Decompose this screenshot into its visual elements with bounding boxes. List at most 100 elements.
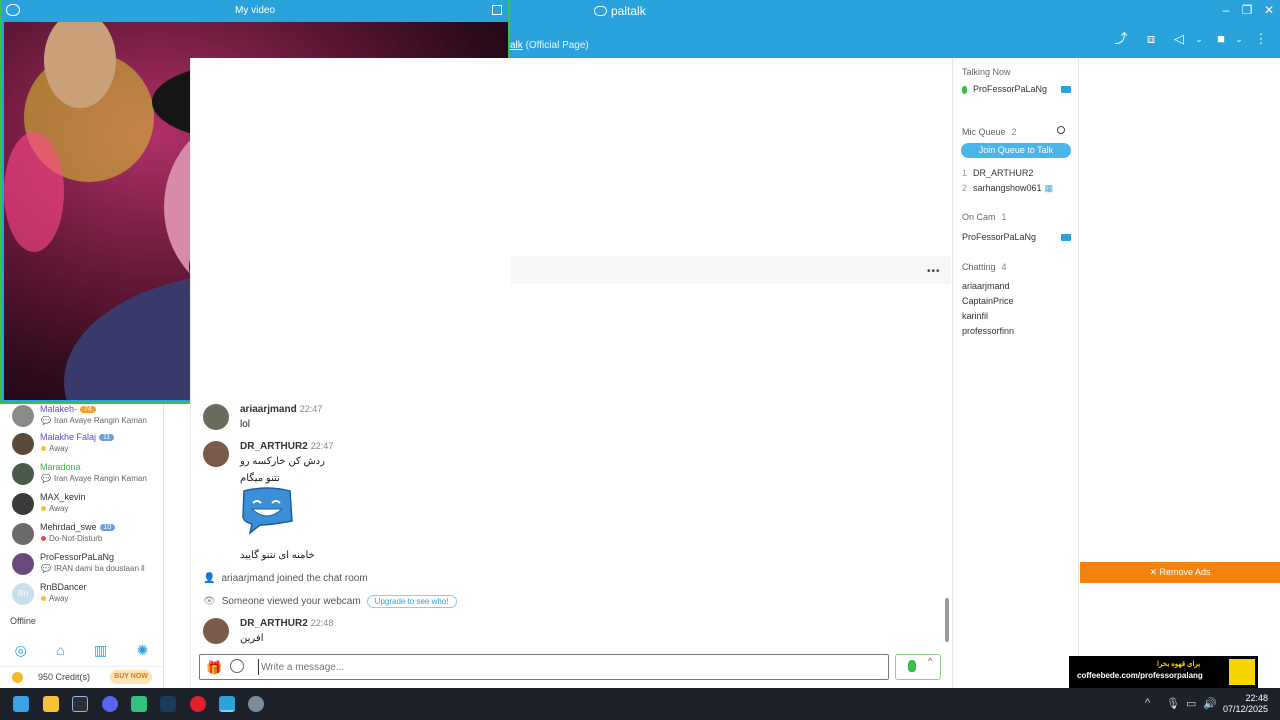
emoji-picker-icon[interactable] xyxy=(230,659,244,673)
clock-time: 22:48 xyxy=(1245,693,1268,703)
gift-icon[interactable]: 🎁 xyxy=(206,660,222,676)
upgrade-button[interactable]: Upgrade to see who! xyxy=(366,595,457,608)
avatar-initials: Rn xyxy=(12,583,34,605)
system-clock[interactable]: 22:48 07/12/2025 xyxy=(1220,693,1268,715)
buy-now-button[interactable]: BUY NOW xyxy=(110,670,152,684)
microphone-icon xyxy=(908,660,916,672)
steam-icon-2[interactable] xyxy=(160,696,176,712)
laughing-emoji-icon xyxy=(242,487,293,535)
megaphone-icon[interactable]: ◁ xyxy=(1168,30,1190,48)
ad-headline: برای قهوه بخرا xyxy=(1157,661,1201,668)
sidebar-nav: ◎ ⌂ ▥ ✺ xyxy=(0,636,163,664)
tray-mic-icon[interactable]: 🎙 xyxy=(1166,697,1180,710)
avatar xyxy=(203,404,229,430)
message-time: 22:47 xyxy=(299,404,323,414)
offline-section-label[interactable]: Offline xyxy=(10,616,36,626)
message-author: ariaarjmand 22:47 xyxy=(240,404,323,415)
chat-scrollbar[interactable] xyxy=(945,598,949,642)
gift-icon[interactable]: ⧈ xyxy=(1140,30,1162,48)
room-title: alk (Official Page) xyxy=(510,40,589,51)
credits-amount: 950 Credit(s) xyxy=(38,672,91,682)
chatting-user[interactable]: karinfil xyxy=(962,311,988,321)
room-users-panel: Talking Now ProFessorPaLaNg Mic Queue 2 J… xyxy=(952,58,1079,688)
settings-icon[interactable]: ✺ xyxy=(137,642,149,659)
opera-icon[interactable] xyxy=(190,696,206,712)
popout-icon[interactable] xyxy=(492,5,502,15)
coffee-cup-icon xyxy=(1229,659,1255,685)
queue-item[interactable]: 2 sarhangshow061 ▦ xyxy=(962,183,1053,194)
room-suffix: (Official Page) xyxy=(522,40,589,51)
app-icon[interactable] xyxy=(131,696,147,712)
message-time: 22:48 xyxy=(310,618,334,628)
avatar xyxy=(12,553,34,575)
level-badge: 10 xyxy=(99,524,116,532)
more-menu-icon[interactable]: ⋮ xyxy=(1250,30,1272,48)
away-dot-icon xyxy=(41,506,46,511)
chevron-up-icon[interactable]: ^ xyxy=(928,656,932,666)
lamp-glow xyxy=(4,132,64,252)
on-cam-user[interactable]: ProFessorPaLaNg xyxy=(962,232,1036,242)
avatar xyxy=(12,493,34,515)
network-icon[interactable]: ▭ xyxy=(1186,697,1196,710)
paltalk-taskbar-icon[interactable] xyxy=(219,696,235,712)
ad-banner[interactable]: برای قهوه بخرا coffeebede.com/professorp… xyxy=(1069,656,1258,688)
contact-name: MAX_kevin xyxy=(40,492,86,502)
discord-icon[interactable] xyxy=(102,696,118,712)
steam-icon[interactable] xyxy=(72,696,88,712)
contact-status: 💬 Iran Avaye Rangin Kaman xyxy=(41,474,147,483)
on-cam-header: On Cam 1 xyxy=(962,212,1007,222)
share-icon[interactable]: ⤴ xyxy=(1110,30,1132,48)
minimize-button[interactable]: – xyxy=(1216,3,1236,17)
away-dot-icon xyxy=(41,446,46,451)
more-options-icon[interactable]: ••• xyxy=(927,266,941,277)
windows-start-icon[interactable] xyxy=(13,696,29,712)
join-queue-button[interactable]: Join Queue to Talk xyxy=(961,143,1071,158)
compass-icon[interactable]: ◎ xyxy=(15,642,27,659)
user-icon: 👤 xyxy=(203,573,216,584)
message-input[interactable] xyxy=(258,659,878,675)
talking-now-user[interactable]: ProFessorPaLaNg xyxy=(962,84,1047,94)
close-button[interactable]: ✕ xyxy=(1259,3,1279,17)
chatting-header: Chatting 4 xyxy=(962,262,1007,272)
contact-status: Away xyxy=(41,504,68,513)
message-author: DR_ARTHUR2 22:47 xyxy=(240,441,334,452)
chatting-user[interactable]: CaptainPrice xyxy=(962,296,1014,306)
contact-row[interactable]: Maradona 💬 Iran Avaye Rangin Kaman xyxy=(0,460,163,490)
chat-bubble-icon: 💬 xyxy=(41,416,51,425)
microphone-icon xyxy=(962,85,967,94)
chevron-down-icon[interactable]: ⌄ xyxy=(1188,30,1210,48)
contact-status: 💬 IRAN dami ba doustaan ll xyxy=(41,564,145,573)
contact-row[interactable]: Mehrdad_swe 10 Do-Not-Disturb xyxy=(0,520,163,550)
contact-row[interactable]: Malakhe Falaj 11 Away xyxy=(0,430,163,460)
queue-item[interactable]: 1 DR_ARTHUR2 xyxy=(962,168,1033,178)
home-icon[interactable]: ⌂ xyxy=(56,642,64,658)
volume-icon[interactable]: 🔊 xyxy=(1203,697,1217,710)
camera-icon[interactable] xyxy=(1061,234,1071,241)
talk-button[interactable]: ^ xyxy=(895,654,941,680)
contact-row[interactable]: Malakeh- 74 💬 Iran Avaye Rangin Kaman xyxy=(0,402,163,432)
contact-row[interactable]: ProFessorPaLaNg 💬 IRAN dami ba doustaan l… xyxy=(0,550,163,580)
stats-icon[interactable]: ▥ xyxy=(94,642,107,659)
message-text: lol xyxy=(240,419,251,430)
system-message-webcam: 👁 Someone viewed your webcam Upgrade to … xyxy=(203,595,457,608)
restore-button[interactable]: ❐ xyxy=(1237,3,1257,17)
level-badge: 74 xyxy=(80,406,96,414)
chatting-user[interactable]: ariaarjmand xyxy=(962,281,1010,291)
search-icon[interactable] xyxy=(1057,126,1065,134)
chatting-user[interactable]: professorfinn xyxy=(962,326,1014,336)
chat-bubble-icon: 💬 xyxy=(41,564,51,573)
room-link[interactable]: alk xyxy=(510,40,523,51)
contact-name: Malakeh- 74 xyxy=(40,404,96,414)
tray-chevron-icon[interactable]: ^ xyxy=(1145,697,1150,709)
contact-row[interactable]: MAX_kevin Away xyxy=(0,490,163,520)
contact-row[interactable]: Rn RnBDancer Away xyxy=(0,580,163,610)
contact-name: Mehrdad_swe 10 xyxy=(40,522,116,532)
message-text: ردش کن خارکسه رو xyxy=(240,456,325,467)
camera-icon[interactable] xyxy=(1061,86,1071,93)
video-title: My video xyxy=(234,5,275,16)
settings-gear-icon[interactable] xyxy=(248,696,264,712)
contact-status: 💬 Iran Avaye Rangin Kaman xyxy=(41,416,147,425)
remove-ads-button[interactable]: ✕ Remove Ads xyxy=(1080,562,1280,583)
file-explorer-icon[interactable] xyxy=(43,696,59,712)
camera-chevron-icon[interactable]: ⌄ xyxy=(1228,30,1250,48)
